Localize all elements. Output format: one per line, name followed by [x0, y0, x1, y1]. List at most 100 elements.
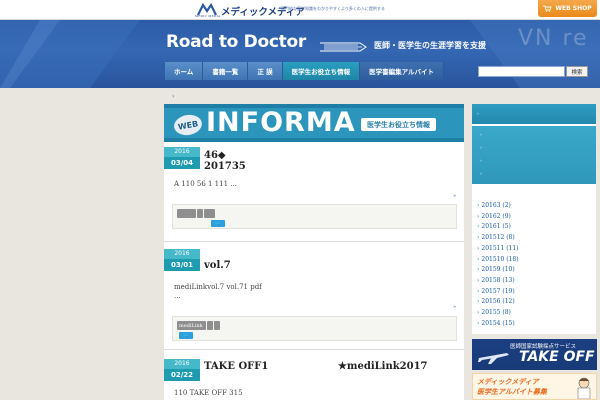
post-item: 2016 03/01 vol.7 mediLinkvol.7 vol.71 pd…: [164, 249, 464, 350]
archive-label[interactable]: 20156 (12): [481, 298, 514, 305]
archive-arrow-icon: ›: [477, 223, 480, 231]
post-title[interactable]: 46◆ 201735: [204, 150, 246, 172]
archive-item[interactable]: › 20162 (9): [477, 213, 511, 220]
archive-item[interactable]: › 20163 (2): [477, 202, 511, 209]
archive-arrow-icon: ›: [477, 298, 480, 306]
tweet-button[interactable]: 🐦: [211, 220, 225, 227]
archive-arrow-icon: ›: [477, 212, 480, 220]
archive-label[interactable]: 201511 (11): [481, 245, 518, 252]
webshop-button[interactable]: WEB SHOP: [538, 0, 597, 17]
sidebar-header: ›: [472, 104, 596, 124]
recruit-banner[interactable]: メディックメディア 医学生アルバイト募集: [472, 373, 597, 400]
cart-icon: [543, 5, 552, 12]
post-divider: [164, 349, 464, 350]
site-logo[interactable]: Road to Doctor: [166, 32, 306, 52]
post-title-line[interactable]: 201735: [204, 161, 246, 172]
post-title-line[interactable]: 46◆: [204, 150, 246, 161]
nav-editing-job[interactable]: 医学書編集アルバイト: [360, 62, 445, 80]
post-excerpt: mediLinkvol.7 vol.71 pdf ...: [174, 283, 262, 301]
archive-item[interactable]: › 20156 (12): [477, 298, 515, 305]
post-date: 2016 03/01: [164, 249, 200, 271]
archive-label[interactable]: 201512 (8): [481, 234, 514, 241]
archive-label[interactable]: 20159 (10): [481, 266, 514, 273]
brand-tagline: 専門的な医学知識をわかりやすくより多くの人に提供する: [281, 6, 385, 11]
archive-arrow-icon: ›: [477, 255, 480, 263]
banner-title: INFORMA: [206, 107, 356, 138]
post-excerpt: 110 TAKE OFF 315: [174, 389, 243, 397]
post-tag[interactable]: [207, 321, 213, 330]
post-excerpt-line: ...: [174, 292, 181, 300]
archive-arrow-icon: ›: [477, 287, 480, 295]
search-input[interactable]: [478, 66, 565, 77]
post-divider: [164, 241, 464, 242]
post-month-day: 03/01: [170, 261, 194, 269]
takeoff-title: TAKE OFF: [519, 349, 595, 365]
nav-errata[interactable]: 正 誤: [248, 62, 283, 80]
post-year: 2016: [164, 359, 200, 369]
archive-item[interactable]: › 20158 (13): [477, 277, 515, 284]
archive-item[interactable]: › 201510 (18): [477, 256, 519, 263]
post-month-day: 02/22: [170, 371, 194, 379]
sidebar-category-item[interactable]: ›: [480, 158, 482, 164]
archive-arrow-icon: ›: [477, 276, 480, 284]
takeoff-banner[interactable]: 医師国家試験採点サービス TAKE OFF: [472, 339, 597, 370]
archive-label[interactable]: 20154 (15): [481, 320, 514, 327]
post-title[interactable]: TAKE OFF1 ★mediLink2017: [204, 361, 428, 372]
post-excerpt: A 110 56 1 111 ...: [174, 180, 237, 188]
post-tag[interactable]: [214, 321, 220, 330]
tweet-button[interactable]: 🐦: [179, 332, 193, 339]
post-item: 2016 02/22 TAKE OFF1 ★mediLink2017 110 T…: [164, 359, 464, 400]
informa-banner: WEB INFORMA 医学生お役立ち情報: [164, 104, 464, 142]
archive-arrow-icon: ›: [477, 319, 480, 327]
sidebar-category-item[interactable]: ›: [480, 132, 482, 138]
archive-label[interactable]: 20163 (2): [481, 202, 511, 209]
post-title-line[interactable]: vol.7: [204, 260, 231, 271]
archive-label[interactable]: 20162 (9): [481, 213, 511, 220]
post-tag[interactable]: [177, 209, 196, 218]
post-tag[interactable]: [204, 209, 215, 218]
nav-home[interactable]: ホーム: [165, 62, 204, 80]
banner-subtitle: 医学生お役立ち情報: [361, 118, 436, 131]
sidebar-category-item[interactable]: ›: [480, 171, 482, 177]
post-month-day: 03/04: [170, 159, 194, 167]
archive-label[interactable]: 20161 (5): [481, 223, 511, 230]
post-read-more[interactable]: »: [453, 193, 456, 199]
nav-student-info[interactable]: 医学生お役立ち情報: [282, 62, 361, 80]
archive-item[interactable]: › 20157 (19): [477, 288, 515, 295]
post-read-more[interactable]: »: [453, 304, 456, 310]
speed-stripes-icon: [320, 42, 367, 52]
archive-arrow-icon: ›: [477, 266, 480, 274]
nav-books[interactable]: 書籍一覧: [203, 62, 249, 80]
post-date: 2016 02/22: [164, 359, 200, 381]
airplane-icon: [478, 353, 509, 364]
post-tag[interactable]: [197, 209, 203, 218]
post-year: 2016: [164, 147, 200, 157]
post-excerpt-line: mediLinkvol.7 vol.71 pdf: [174, 283, 262, 291]
breadcrumb[interactable]: ›: [172, 93, 174, 100]
recruit-line2: 医学生アルバイト募集: [477, 388, 547, 396]
search-button[interactable]: 検索: [566, 66, 588, 77]
sidebar: › › › › › › 20163 (2) › 20162 (9) › 20161 (5)…: [472, 104, 596, 334]
archive-item[interactable]: › 20159 (10): [477, 266, 515, 273]
post-tag[interactable]: mediLink: [177, 321, 206, 330]
post-tag-box: mediLink 🐦: [172, 316, 457, 341]
main-nav: ホーム 書籍一覧 正 誤 医学生お役立ち情報 医学書編集アルバイト: [165, 62, 445, 80]
archive-label[interactable]: 201510 (18): [481, 256, 518, 263]
post-tag-box: 🐦: [172, 204, 457, 229]
archive-label[interactable]: 20157 (19): [481, 288, 514, 295]
archive-arrow-icon: ›: [477, 244, 480, 252]
archive-item[interactable]: › 201512 (8): [477, 234, 515, 241]
archive-label[interactable]: 20155 (8): [481, 309, 511, 316]
sidebar-category-item[interactable]: ›: [480, 145, 482, 151]
sidebar-header-arrow[interactable]: ›: [477, 111, 479, 117]
archive-item[interactable]: › 20161 (5): [477, 223, 511, 230]
main-content: WEB INFORMA 医学生お役立ち情報 2016 03/04 46◆ 201…: [164, 104, 464, 400]
archive-item[interactable]: › 20154 (15): [477, 320, 515, 327]
post-title[interactable]: vol.7: [204, 260, 231, 271]
webshop-label: WEB SHOP: [555, 5, 592, 12]
top-bar: MEDIC MEDIA メディックメディア 専門的な医学知識をわかりやすくより多…: [0, 0, 600, 20]
archive-item[interactable]: › 201511 (11): [477, 245, 519, 252]
archive-item[interactable]: › 20155 (8): [477, 309, 511, 316]
archive-label[interactable]: 20158 (13): [481, 277, 514, 284]
archive-arrow-icon: ›: [477, 234, 480, 242]
